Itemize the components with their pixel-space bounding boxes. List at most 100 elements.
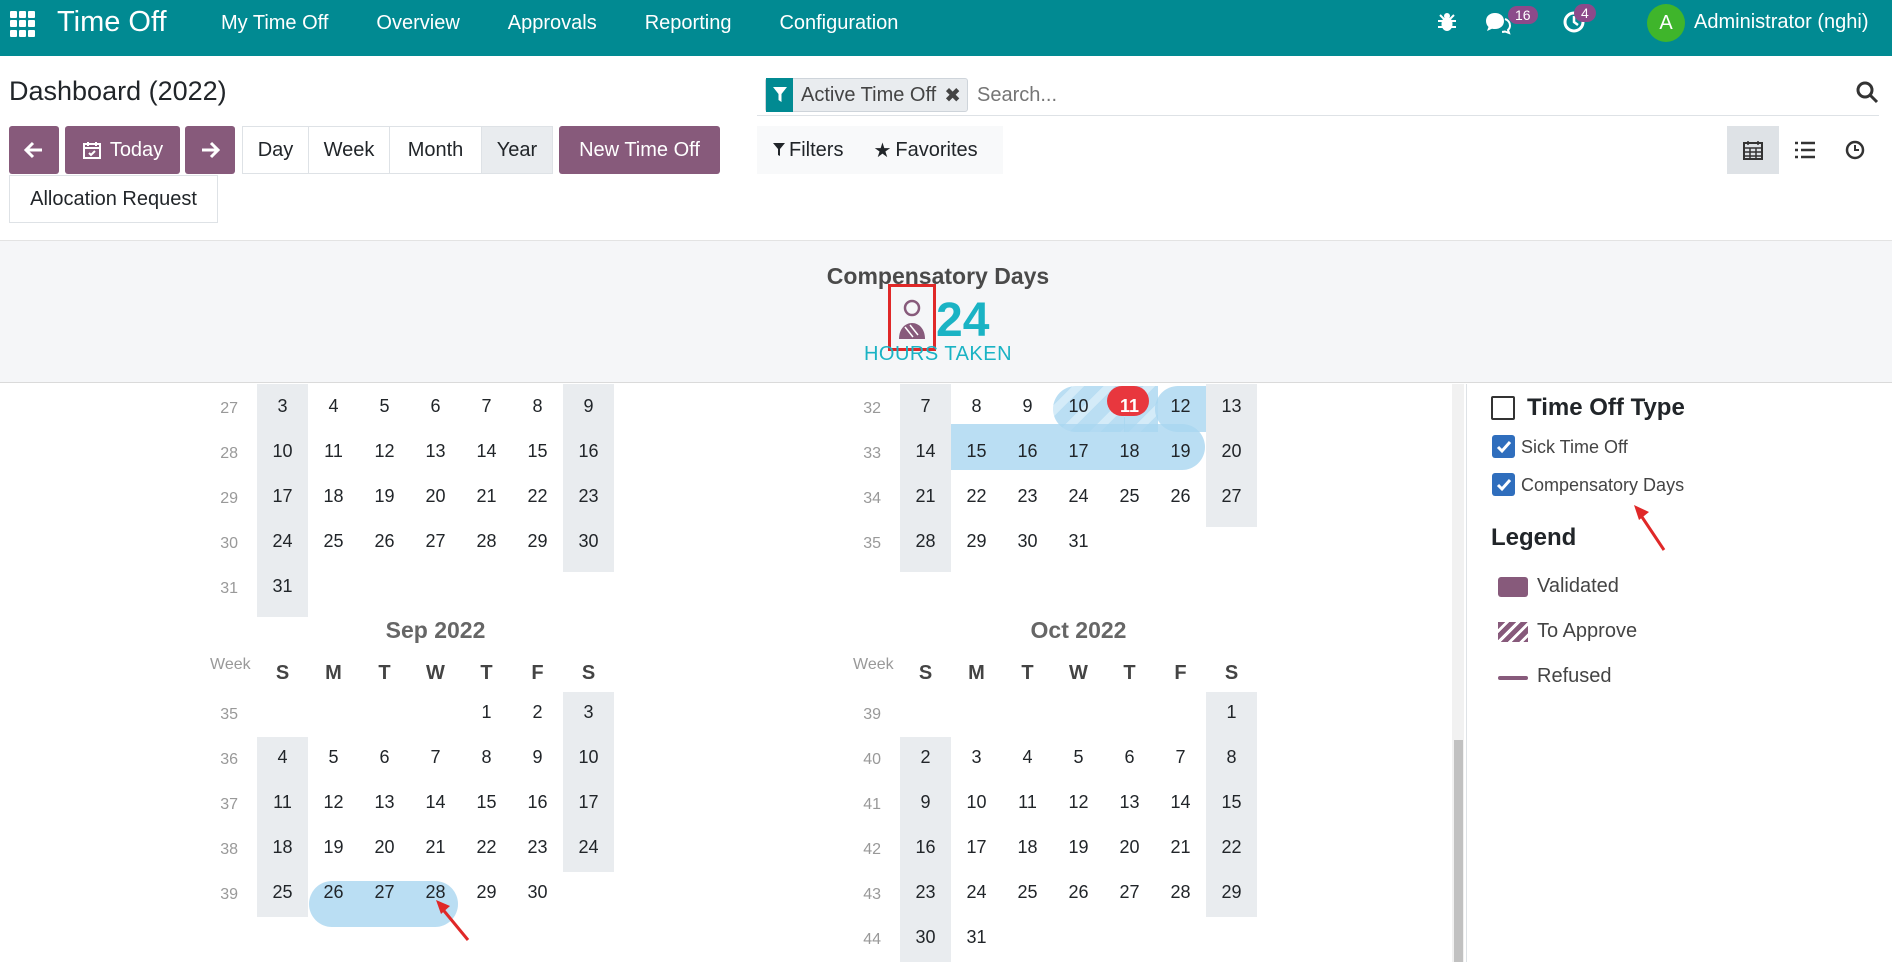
search-input[interactable]	[977, 80, 1677, 110]
calendar-day[interactable]: 5	[1053, 747, 1104, 768]
calendar-day[interactable]: 18	[1002, 837, 1053, 858]
calendar-day[interactable]: 16	[563, 441, 614, 462]
calendar-day[interactable]: 10	[257, 441, 308, 462]
calendar-day[interactable]: 4	[1002, 747, 1053, 768]
calendar-day[interactable]: 4	[257, 747, 308, 768]
calendar-day[interactable]: 17	[951, 837, 1002, 858]
calendar-day[interactable]: 21	[1155, 837, 1206, 858]
calendar-day[interactable]: 22	[951, 486, 1002, 507]
calendar-day[interactable]: 23	[563, 486, 614, 507]
calendar-day[interactable]: 26	[359, 531, 410, 552]
filters-dropdown[interactable]: Filters	[773, 139, 843, 162]
time-off-type-select-all-checkbox[interactable]	[1491, 396, 1515, 420]
calendar-day[interactable]: 15	[512, 441, 563, 462]
calendar-day[interactable]: 1	[1206, 702, 1257, 723]
calendar-day[interactable]: 10	[1053, 396, 1104, 417]
calendar-day[interactable]: 25	[1002, 882, 1053, 903]
calendar-day[interactable]: 2	[900, 747, 951, 768]
calendar-day[interactable]: 30	[900, 927, 951, 948]
calendar-day[interactable]: 8	[1206, 747, 1257, 768]
calendar-scrollbar-thumb[interactable]	[1454, 740, 1463, 962]
calendar-day[interactable]: 10	[563, 747, 614, 768]
activity-view-button[interactable]	[1829, 126, 1881, 174]
filter-compensatory-days[interactable]: Compensatory Days	[1521, 475, 1684, 496]
today-button[interactable]: Today	[65, 126, 180, 174]
calendar-day[interactable]: 6	[1104, 747, 1155, 768]
calendar-day[interactable]: 9	[512, 747, 563, 768]
calendar-day[interactable]: 20	[1104, 837, 1155, 858]
calendar-day[interactable]: 31	[1053, 531, 1104, 552]
menu-overview[interactable]: Overview	[376, 12, 459, 35]
calendar-day[interactable]: 17	[257, 486, 308, 507]
favorites-dropdown[interactable]: ★ Favorites	[873, 138, 977, 163]
calendar-day[interactable]: 16	[1002, 441, 1053, 462]
calendar-day[interactable]: 15	[951, 441, 1002, 462]
calendar-day[interactable]: 19	[1053, 837, 1104, 858]
calendar-day[interactable]: 23	[1002, 486, 1053, 507]
user-menu-name[interactable]: Administrator (nghi)	[1694, 11, 1869, 34]
calendar-day[interactable]: 17	[1053, 441, 1104, 462]
calendar-day[interactable]: 21	[410, 837, 461, 858]
apps-menu-icon[interactable]	[10, 11, 36, 37]
calendar-day[interactable]: 27	[1104, 882, 1155, 903]
calendar-day[interactable]: 25	[1104, 486, 1155, 507]
search-icon[interactable]	[1855, 80, 1879, 109]
calendar-day[interactable]: 14	[900, 441, 951, 462]
calendar-day[interactable]: 27	[1206, 486, 1257, 507]
calendar-day[interactable]: 3	[257, 396, 308, 417]
calendar-day[interactable]: 10	[951, 792, 1002, 813]
calendar-day[interactable]: 22	[512, 486, 563, 507]
previous-period-button[interactable]	[9, 126, 59, 174]
calendar-day[interactable]: 11	[308, 441, 359, 462]
calendar-day[interactable]: 19	[308, 837, 359, 858]
calendar-day[interactable]: 9	[1002, 396, 1053, 417]
calendar-day[interactable]: 30	[1002, 531, 1053, 552]
calendar-day[interactable]: 8	[512, 396, 563, 417]
calendar-day[interactable]: 16	[512, 792, 563, 813]
calendar-day[interactable]: 27	[359, 882, 410, 903]
calendar-day[interactable]: 26	[1053, 882, 1104, 903]
calendar-day[interactable]: 27	[410, 531, 461, 552]
sick-time-off-checkbox[interactable]	[1492, 435, 1515, 458]
scale-week-button[interactable]: Week	[308, 126, 390, 174]
list-view-button[interactable]	[1779, 126, 1831, 174]
calendar-day[interactable]: 13	[1206, 396, 1257, 417]
calendar-day[interactable]: 29	[512, 531, 563, 552]
calendar-day[interactable]: 19	[359, 486, 410, 507]
calendar-day[interactable]: 30	[512, 882, 563, 903]
calendar-day[interactable]: 13	[410, 441, 461, 462]
calendar-view-button[interactable]	[1727, 126, 1779, 174]
calendar-day[interactable]: 15	[461, 792, 512, 813]
calendar-day[interactable]: 25	[257, 882, 308, 903]
allocation-request-button[interactable]: Allocation Request	[9, 175, 218, 223]
calendar-day[interactable]: 3	[563, 702, 614, 723]
calendar-day[interactable]: 18	[308, 486, 359, 507]
calendar-day[interactable]: 9	[563, 396, 614, 417]
calendar-day[interactable]: 17	[563, 792, 614, 813]
new-time-off-button[interactable]: New Time Off	[559, 126, 720, 174]
next-period-button[interactable]	[185, 126, 235, 174]
calendar-day[interactable]: 29	[951, 531, 1002, 552]
calendar-day[interactable]: 1	[461, 702, 512, 723]
calendar-day[interactable]: 21	[900, 486, 951, 507]
calendar-day[interactable]: 11	[1002, 792, 1053, 813]
app-title[interactable]: Time Off	[57, 6, 167, 39]
calendar-day[interactable]: 13	[359, 792, 410, 813]
user-avatar[interactable]: A	[1647, 4, 1685, 42]
calendar-day[interactable]: 14	[1155, 792, 1206, 813]
scale-day-button[interactable]: Day	[242, 126, 309, 174]
calendar-day[interactable]: 7	[900, 396, 951, 417]
calendar-day[interactable]: 18	[257, 837, 308, 858]
menu-my-time-off[interactable]: My Time Off	[221, 12, 328, 35]
calendar-day[interactable]: 24	[1053, 486, 1104, 507]
scale-month-button[interactable]: Month	[389, 126, 482, 174]
menu-configuration[interactable]: Configuration	[779, 12, 898, 35]
calendar-day[interactable]: 11	[257, 792, 308, 813]
calendar-day[interactable]: 24	[257, 531, 308, 552]
calendar-day[interactable]: 26	[1155, 486, 1206, 507]
calendar-day[interactable]: 5	[308, 747, 359, 768]
calendar-day[interactable]: 18	[1104, 441, 1155, 462]
calendar-day[interactable]: 13	[1104, 792, 1155, 813]
filter-sick-time-off[interactable]: Sick Time Off	[1521, 437, 1628, 458]
calendar-day[interactable]: 9	[900, 792, 951, 813]
